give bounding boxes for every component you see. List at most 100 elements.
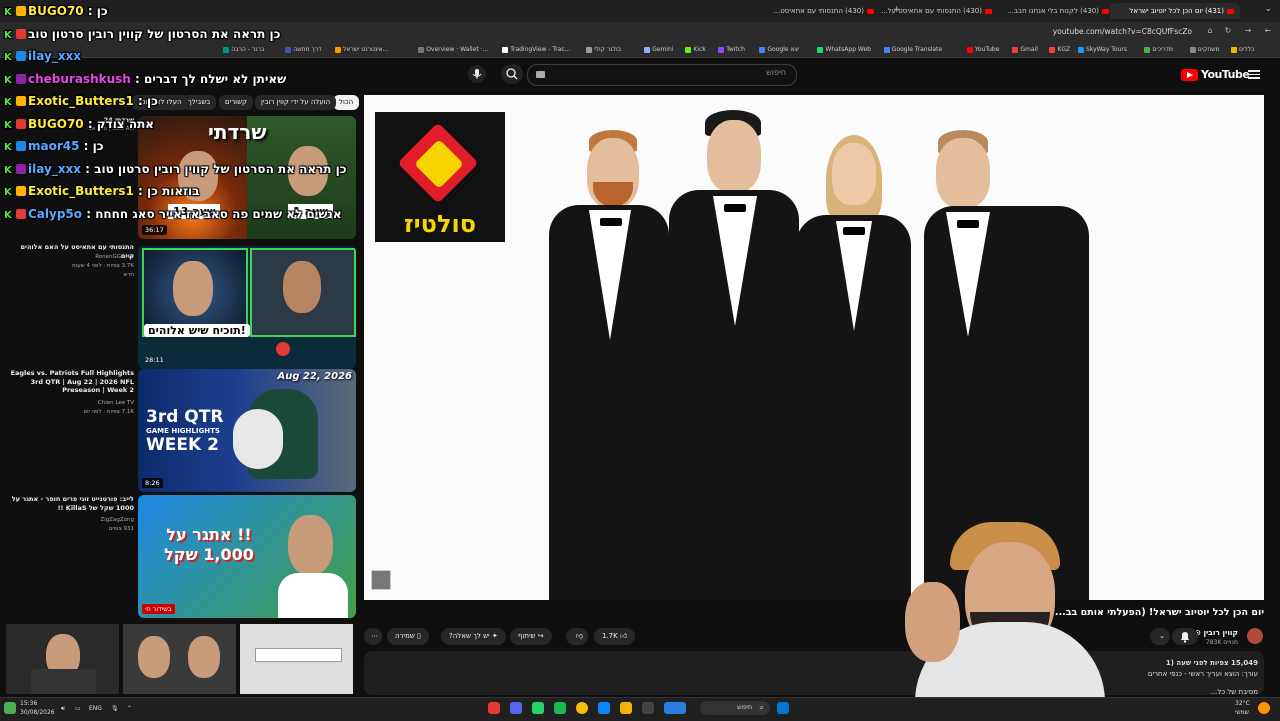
mic-tray-icon[interactable]: 🎙︎ [111,705,119,712]
like-button[interactable]: 👍︎ 1.7K [594,628,636,645]
chip-related[interactable]: קשורים [219,95,253,110]
new-tab-icon[interactable]: + [893,5,901,15]
forward-icon[interactable]: → [1244,27,1252,35]
channel-name[interactable]: קווין רובין ⊙ [1195,628,1238,637]
bookmark-item[interactable]: בולגר קולי [586,44,638,55]
subscribe-dropdown[interactable]: ⌄ [1150,628,1170,645]
new-badge: חדש [123,272,135,278]
ask-button[interactable]: ✦ יש לך שאלה? [441,628,506,645]
bookmark-item[interactable]: אינטרנט ישראל... [335,44,412,55]
chat-text: : כן תראה את הסרטון של קווין רובין סרטון… [81,161,347,176]
bookmark-item[interactable]: YouTube [967,44,1006,55]
chat-username: ilay_xxx [28,49,81,63]
chrome-icon[interactable] [576,702,588,714]
subscribe-bell-button[interactable] [1172,628,1198,645]
bookmark-item[interactable]: Kick [685,44,712,55]
bookmark-item[interactable]: Google יצא [759,44,811,55]
chip-all[interactable]: הכול [333,95,360,110]
channel-avatar[interactable] [1247,628,1263,644]
tray-overflow-icon[interactable]: ⌃ [127,705,132,712]
kick-badge-icon: K [4,142,12,153]
bookmark-item[interactable]: SkyWay Tours [1078,44,1138,55]
youtube-favicon-icon [1102,8,1109,14]
taskbar-app-icon[interactable] [664,702,686,714]
spotify-icon[interactable] [554,702,566,714]
network-icon[interactable]: ▭ [75,705,81,712]
recommended-title[interactable]: Eagles vs. Patriots Full Highlights 3rd … [6,369,134,395]
volume-icon[interactable]: 🔊︎ [61,705,65,713]
search-input[interactable]: חיפוש [527,64,797,86]
language-indicator[interactable]: ENG [89,705,102,712]
chip-uploaded-by-channel[interactable]: הועלה על ידי קווין רובין [255,95,337,110]
chat-text: : שאיתן לא ישלח לך דברים [130,71,287,86]
weather-icon[interactable] [4,702,16,714]
chat-message: K BUGO70 : כן [4,2,108,21]
bookmark-item[interactable]: ברנר - הרבה [223,44,279,55]
whatsapp-icon[interactable] [532,702,544,714]
user-badge-icon [16,208,26,219]
thumbs-up-icon: 👍︎ [617,632,628,640]
kick-badge-icon: K [4,209,12,221]
taskbar-app-icon[interactable] [488,702,500,714]
chat-message: K כן תראה את הסרטון של קווין רובין סרטון … [4,25,280,44]
search-placeholder: חיפוש [766,68,786,77]
home-icon[interactable]: ⌂ [1206,27,1214,35]
chevron-down-icon: ⌄ [1159,632,1165,640]
bookmark-item[interactable]: Twitch [718,44,753,55]
soltiz-brand-logo: סולטיז [375,112,505,242]
bookmark-favicon-icon [883,46,890,53]
recommended-title[interactable]: לייב: פורטנייט זוגי פרים חופר - אתגר על … [6,495,134,512]
youtube-logo[interactable]: YouTube [1181,67,1250,83]
chat-message: K Exotic_Butters1 : בוזאות כן [4,182,199,201]
file-explorer-icon[interactable] [620,702,632,714]
bookmark-item[interactable]: מדריכים [1144,44,1183,55]
voice-search-button[interactable] [468,65,486,83]
bookmark-item[interactable]: Google Translate [883,44,961,55]
bookmark-item[interactable]: WhatsApp Web [817,44,877,55]
save-button[interactable]: ▯ שמירה [387,628,429,645]
bookmark-item[interactable]: TradingView - Trac... [502,44,580,55]
bookmark-item[interactable]: KGZ [1049,44,1072,55]
streamer-webcam [895,512,1115,702]
search-button[interactable] [501,64,523,84]
kick-badge-icon: K [4,97,12,108]
video-description[interactable]: 15,049 צפיות לפני שעה (1 עורך: הוצא וערי… [364,651,1264,696]
more-actions-button[interactable]: ⋯ [364,628,382,645]
discord-icon[interactable] [510,702,522,714]
recommended-thumbnail[interactable]: !תוכיח שיש אלוהים 28:11 [138,246,356,369]
bookmark-item[interactable]: משחקים [1189,44,1225,55]
reload-icon[interactable]: ↻ [1224,27,1232,35]
bookmark-item[interactable]: Overview · Wallet ·... [418,44,496,55]
recommended-channel[interactable]: Chien Lee TV [6,400,134,408]
browser-tab[interactable]: (430) התנסותי עם אתאיסט... [758,3,880,19]
bookmark-item[interactable]: דרך מתשה [285,44,329,55]
hamburger-menu-icon[interactable] [1248,68,1260,79]
url-field[interactable]: youtube.com/watch?v=C8cQUfFscZo [992,25,1192,38]
recommended-channel[interactable]: RonenGG Live [6,254,134,262]
back-icon[interactable]: ← [1264,27,1272,35]
chat-message: Kilay_xxx : כן תראה את הסרטון של קווין ר… [4,160,347,179]
recommended-thumbnail[interactable]: 3rd QTR GAME HIGHLIGHTS WEEK 2 Aug 22, 2… [138,369,356,492]
recommended-channel[interactable]: ZigZagZong [6,517,134,525]
kick-badge-icon: K [4,164,12,176]
tab-overflow-icon[interactable]: ⌄ [1264,4,1272,14]
browser-tab[interactable]: (430) לקנות בלי אנחנו חבב... [993,3,1115,19]
chat-username: Exotic_Butters1 [28,184,134,198]
bookmark-item[interactable]: Gemini [644,44,679,55]
bookmark-item[interactable]: Gmail [1012,44,1043,55]
live-badge: בשידור חי [142,604,175,614]
share-button[interactable]: ↪ שיתוף [510,628,552,645]
start-menu-icon[interactable] [777,702,789,714]
kick-badge-icon: K [4,7,12,18]
dislike-button[interactable]: 👎︎ [566,628,588,645]
channel-watermark[interactable] [371,570,391,590]
taskbar-search[interactable]: חיפוש ⌕ [700,701,770,715]
recommended-thumbnail[interactable]: !! אתגר על 1,000 שקל בשידור חי [138,495,356,618]
user-badge-icon [16,118,26,129]
store-icon[interactable] [598,702,610,714]
bookmark-item[interactable]: כללים [1231,44,1262,55]
keyboard-icon[interactable] [536,71,545,78]
youtube-play-icon [1181,69,1198,81]
taskbar-app-icon[interactable] [642,702,654,714]
browser-tab-active[interactable]: (431) יום הכן לכל יוטיוב ישראל [1110,3,1240,19]
